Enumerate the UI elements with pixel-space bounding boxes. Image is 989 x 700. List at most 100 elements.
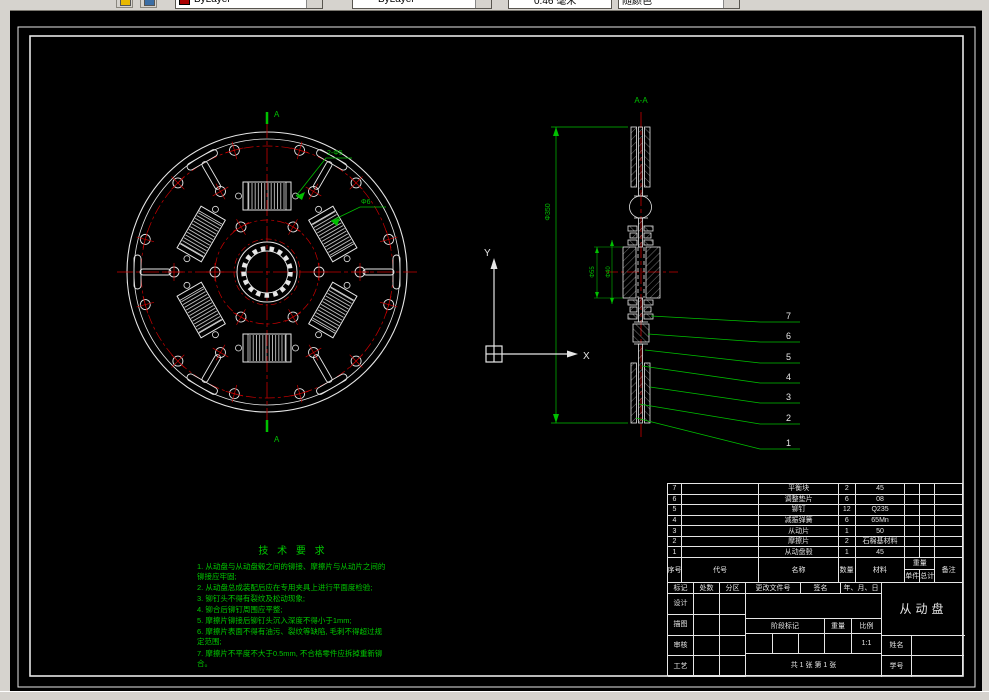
part-weight-unit xyxy=(905,505,921,516)
part-remark xyxy=(935,495,962,506)
scale-label: 比例 xyxy=(852,619,881,634)
window-edge-right xyxy=(982,10,989,692)
rev-count: 处数 xyxy=(694,583,720,594)
part-code xyxy=(681,484,760,495)
stage-box-2 xyxy=(773,634,799,654)
id-label: 学号 xyxy=(882,656,912,677)
part-no: 4 xyxy=(668,515,682,527)
technical-requirements: 技 术 要 求 1. 从动盘与从动盘毂之间的铆接、摩擦片与从动片之间的铆接应牢固… xyxy=(197,545,389,669)
part-material: 45 xyxy=(855,547,906,559)
part-remark xyxy=(935,547,962,559)
lineweight-control[interactable]: 0.46 毫米 xyxy=(508,0,612,9)
part-material: 45 xyxy=(855,484,906,495)
part-qty: 1 xyxy=(838,526,856,537)
technical-requirements-title: 技 术 要 求 xyxy=(258,546,328,557)
callout-1-text: 2-Φ5 xyxy=(327,150,343,157)
weight-value xyxy=(825,634,852,654)
part-remark xyxy=(935,484,962,495)
part-name: 调整垫片 xyxy=(759,494,839,506)
header-no: 序号 xyxy=(668,558,682,583)
part-qty: 2 xyxy=(838,536,856,548)
part-no: 7 xyxy=(668,484,682,495)
rev-mark: 标记 xyxy=(668,583,694,594)
rev-date: 年、月、日 xyxy=(841,583,881,594)
header-weight: 重量 xyxy=(905,558,936,570)
part-qty: 1 xyxy=(838,547,856,559)
part-name: 从动盘毂 xyxy=(759,547,839,559)
parts-list-header: 序号 代号 名称 数量 材料 重量 单件 总计 备注 xyxy=(668,558,962,583)
technical-requirement-line: 1. 从动盘与从动盘毂之间的铆接、摩擦片与从动片之间的铆接应牢固; xyxy=(197,561,386,581)
leader-number-4: 4 xyxy=(786,372,791,382)
part-weight-total xyxy=(920,547,936,559)
signature-column: 设计 描图 审核 工艺 xyxy=(668,594,746,677)
part-material: 50 xyxy=(855,526,906,537)
ucs-x-label: X xyxy=(583,351,590,362)
chevron-down-icon[interactable]: ▼ xyxy=(306,0,322,8)
color-control[interactable]: ByLayer ▼ xyxy=(175,0,323,9)
sig-design-name xyxy=(694,594,720,615)
part-no: 1 xyxy=(668,547,682,559)
part-remark xyxy=(935,526,962,537)
rev-sign: 签名 xyxy=(801,583,841,594)
sig-process-name xyxy=(694,656,720,677)
leader-number-3: 3 xyxy=(786,392,791,402)
header-code: 代号 xyxy=(681,558,760,583)
sig-trace-date xyxy=(720,614,746,636)
section-mark-bottom: A xyxy=(274,435,280,444)
parts-row: 7 平衡块 2 45 xyxy=(668,484,962,495)
plot-style-control[interactable]: 随颜色 ▼ xyxy=(618,0,740,9)
technical-requirement-line: 6. 摩擦片表面不得有油污、裂纹等缺陷, 毛刺不得超过规定范围; xyxy=(197,627,383,647)
parts-row: 5 铆钉 12 Q235 xyxy=(668,505,962,516)
section-mark-top: A xyxy=(274,110,280,119)
sig-check: 审核 xyxy=(668,635,694,657)
layers-icon[interactable] xyxy=(116,0,133,8)
part-name: 摩擦片 xyxy=(759,536,839,548)
rev-zone: 分区 xyxy=(720,583,746,594)
dim-hub-bore-text: Φ40 xyxy=(606,266,612,278)
status-bar xyxy=(0,691,989,700)
technical-requirement-line: 7. 摩擦片不平度不大于0.5mm, 不合格零件应拆掉重新铆合。 xyxy=(197,648,383,668)
parts-row: 6 调整垫片 6 08 xyxy=(668,494,962,506)
header-name: 名称 xyxy=(759,558,839,583)
part-weight-total xyxy=(920,536,936,548)
part-weight-total xyxy=(920,484,936,495)
lineweight-value: 0.46 毫米 xyxy=(534,0,577,7)
part-material: Q235 xyxy=(855,505,906,516)
parts-row: 2 摩擦片 2 石棉基材料 xyxy=(668,536,962,548)
part-weight-total xyxy=(920,505,936,516)
header-mat: 材料 xyxy=(855,558,906,583)
part-weight-unit xyxy=(905,494,921,506)
part-name: 从动片 xyxy=(759,526,839,537)
part-code xyxy=(681,526,760,537)
stage-label: 阶段标记 xyxy=(746,619,825,634)
part-no: 3 xyxy=(668,526,682,537)
part-qty: 6 xyxy=(838,494,856,506)
rev-doc: 更改文件号 xyxy=(746,583,801,594)
stage-box-3 xyxy=(799,634,825,654)
technical-requirement-line: 3. 铆钉头不得有裂纹及松动现象; xyxy=(197,593,305,603)
sig-trace-name xyxy=(694,614,720,636)
header-weight-unit: 单件 xyxy=(905,570,921,583)
chevron-down-icon[interactable]: ▼ xyxy=(723,0,739,8)
part-weight-unit xyxy=(905,526,921,537)
part-material: 石棉基材料 xyxy=(855,536,906,548)
toolbar: ByLayer ▼ ByLayer ▼ 0.46 毫米 随颜色 ▼ xyxy=(0,0,989,11)
parts-row: 3 从动片 1 50 xyxy=(668,526,962,537)
layer-properties-icon[interactable] xyxy=(140,0,157,8)
part-qty: 2 xyxy=(838,484,856,495)
part-weight-total xyxy=(920,526,936,537)
callout-2-text: Φ6 xyxy=(361,199,371,206)
part-remark xyxy=(935,516,962,527)
part-code xyxy=(681,505,760,516)
part-weight-total xyxy=(920,515,936,527)
part-qty: 12 xyxy=(838,505,856,516)
part-leaders xyxy=(635,315,800,450)
chevron-down-icon[interactable]: ▼ xyxy=(475,0,491,8)
header-qty: 数量 xyxy=(838,558,856,583)
part-remark xyxy=(935,505,962,516)
leader-number-5: 5 xyxy=(786,352,791,362)
sig-trace: 描图 xyxy=(668,614,694,636)
header-remark: 备注 xyxy=(935,558,962,583)
parts-row: 1 从动盘毂 1 45 xyxy=(668,547,962,559)
linetype-control[interactable]: ByLayer ▼ xyxy=(352,0,492,9)
